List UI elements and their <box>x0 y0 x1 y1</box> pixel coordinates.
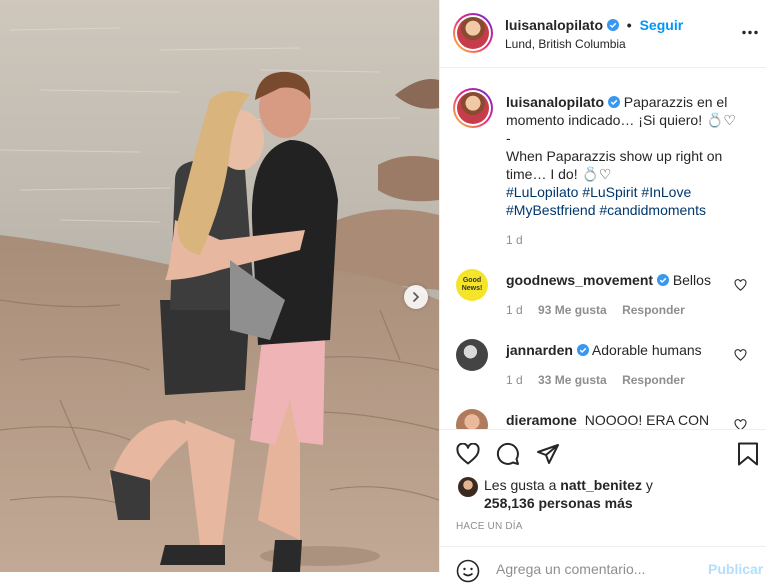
likes-count[interactable]: 258,136 personas más <box>484 495 633 511</box>
comment-like-heart-icon[interactable] <box>734 419 747 429</box>
caption-text-line3: - <box>506 130 511 146</box>
caption-text-line4: When Paparazzis show up right on <box>506 148 723 164</box>
post-actions: Les gusta a natt_benitez y 258,136 perso… <box>440 429 766 583</box>
comment-icon[interactable] <box>496 442 520 466</box>
caption-hashtags-line1[interactable]: #LuLopilato #LuSpirit #InLove <box>506 183 756 201</box>
comment-like-heart-icon[interactable] <box>734 349 747 361</box>
post-photo-image <box>0 0 439 572</box>
comments-list[interactable]: luisanalopilato Paparazzis en el momento… <box>440 69 766 429</box>
follow-button[interactable]: Seguir <box>640 17 684 33</box>
next-photo-button[interactable] <box>404 285 428 309</box>
likes-suffix: y <box>645 477 653 493</box>
author-avatar[interactable] <box>453 13 493 53</box>
caption-hashtags-line2[interactable]: #MyBestfriend #candidmoments <box>506 201 756 219</box>
caption-text-line5: time… I do! 💍♡ <box>506 166 612 182</box>
post-photo[interactable] <box>0 0 439 572</box>
chevron-right-icon <box>413 292 420 302</box>
verified-badge-icon <box>607 96 620 108</box>
goodnews-avatar-label: Good News! <box>461 277 483 292</box>
emoji-icon[interactable] <box>456 559 480 583</box>
caption-time[interactable]: 1 d <box>506 233 523 247</box>
comment-meta: 1 d 33 Me gusta Responder <box>506 373 685 387</box>
comment-jannarden: jannarden Adorable humans <box>506 342 702 358</box>
likes-prefix: Les gusta a <box>484 477 557 493</box>
instagram-post: luisanalopilato • Seguir Lund, British C… <box>0 0 766 583</box>
caption-text-line1: Paparazzis en el <box>623 94 728 110</box>
comment-like-heart-icon[interactable] <box>734 279 747 291</box>
verified-badge-icon <box>606 19 619 31</box>
post-header: luisanalopilato • Seguir Lund, British C… <box>440 0 766 68</box>
heart-icon[interactable] <box>456 443 480 465</box>
post-panel: luisanalopilato • Seguir Lund, British C… <box>439 0 766 583</box>
comment-likes[interactable]: 33 Me gusta <box>538 373 607 387</box>
comment-time[interactable]: 1 d <box>506 373 523 387</box>
reply-button[interactable]: Responder <box>622 303 685 317</box>
likes-summary: Les gusta a natt_benitez y 258,136 perso… <box>484 476 754 512</box>
caption-text-line2: momento indicado… ¡Si quiero! 💍♡ <box>506 112 736 128</box>
comment-dieramone: dieramone NOOOO! ERA CON <box>506 412 709 428</box>
more-horizontal-icon[interactable] <box>742 30 758 35</box>
bookmark-icon[interactable] <box>737 442 759 466</box>
comment-text: Bellos <box>672 272 711 288</box>
comment-avatar-dieramone[interactable] <box>456 409 488 429</box>
caption-author-avatar[interactable] <box>453 88 493 128</box>
comment-meta: 1 d 93 Me gusta Responder <box>506 303 685 317</box>
liker-username[interactable]: natt_benitez <box>560 477 642 493</box>
comment-likes[interactable]: 93 Me gusta <box>538 303 607 317</box>
comment-goodnews: goodnews_movement Bellos <box>506 272 711 288</box>
comment-text: Adorable humans <box>591 342 702 358</box>
publish-button[interactable]: Publicar <box>708 561 763 577</box>
post-time-ago[interactable]: HACE UN DÍA <box>456 521 523 532</box>
caption: luisanalopilato Paparazzis en el momento… <box>506 93 756 219</box>
liker-avatar[interactable] <box>458 477 478 497</box>
comment-username[interactable]: goodnews_movement <box>506 272 653 288</box>
post-location[interactable]: Lund, British Columbia <box>505 37 626 51</box>
comment-username[interactable]: dieramone <box>506 412 577 428</box>
paper-plane-icon[interactable] <box>536 442 560 466</box>
comment-input[interactable] <box>496 561 696 577</box>
comment-avatar-goodnews[interactable]: Good News! <box>456 269 488 301</box>
verified-badge-icon <box>656 274 669 286</box>
separator-dot: • <box>626 17 632 33</box>
comment-text: NOOOO! ERA CON <box>584 412 710 428</box>
verified-badge-icon <box>576 344 589 356</box>
author-username[interactable]: luisanalopilato <box>505 17 603 33</box>
comment-username[interactable]: jannarden <box>506 342 573 358</box>
comment-avatar-jannarden[interactable] <box>456 339 488 371</box>
caption-username[interactable]: luisanalopilato <box>506 94 604 110</box>
comment-time[interactable]: 1 d <box>506 303 523 317</box>
reply-button[interactable]: Responder <box>622 373 685 387</box>
